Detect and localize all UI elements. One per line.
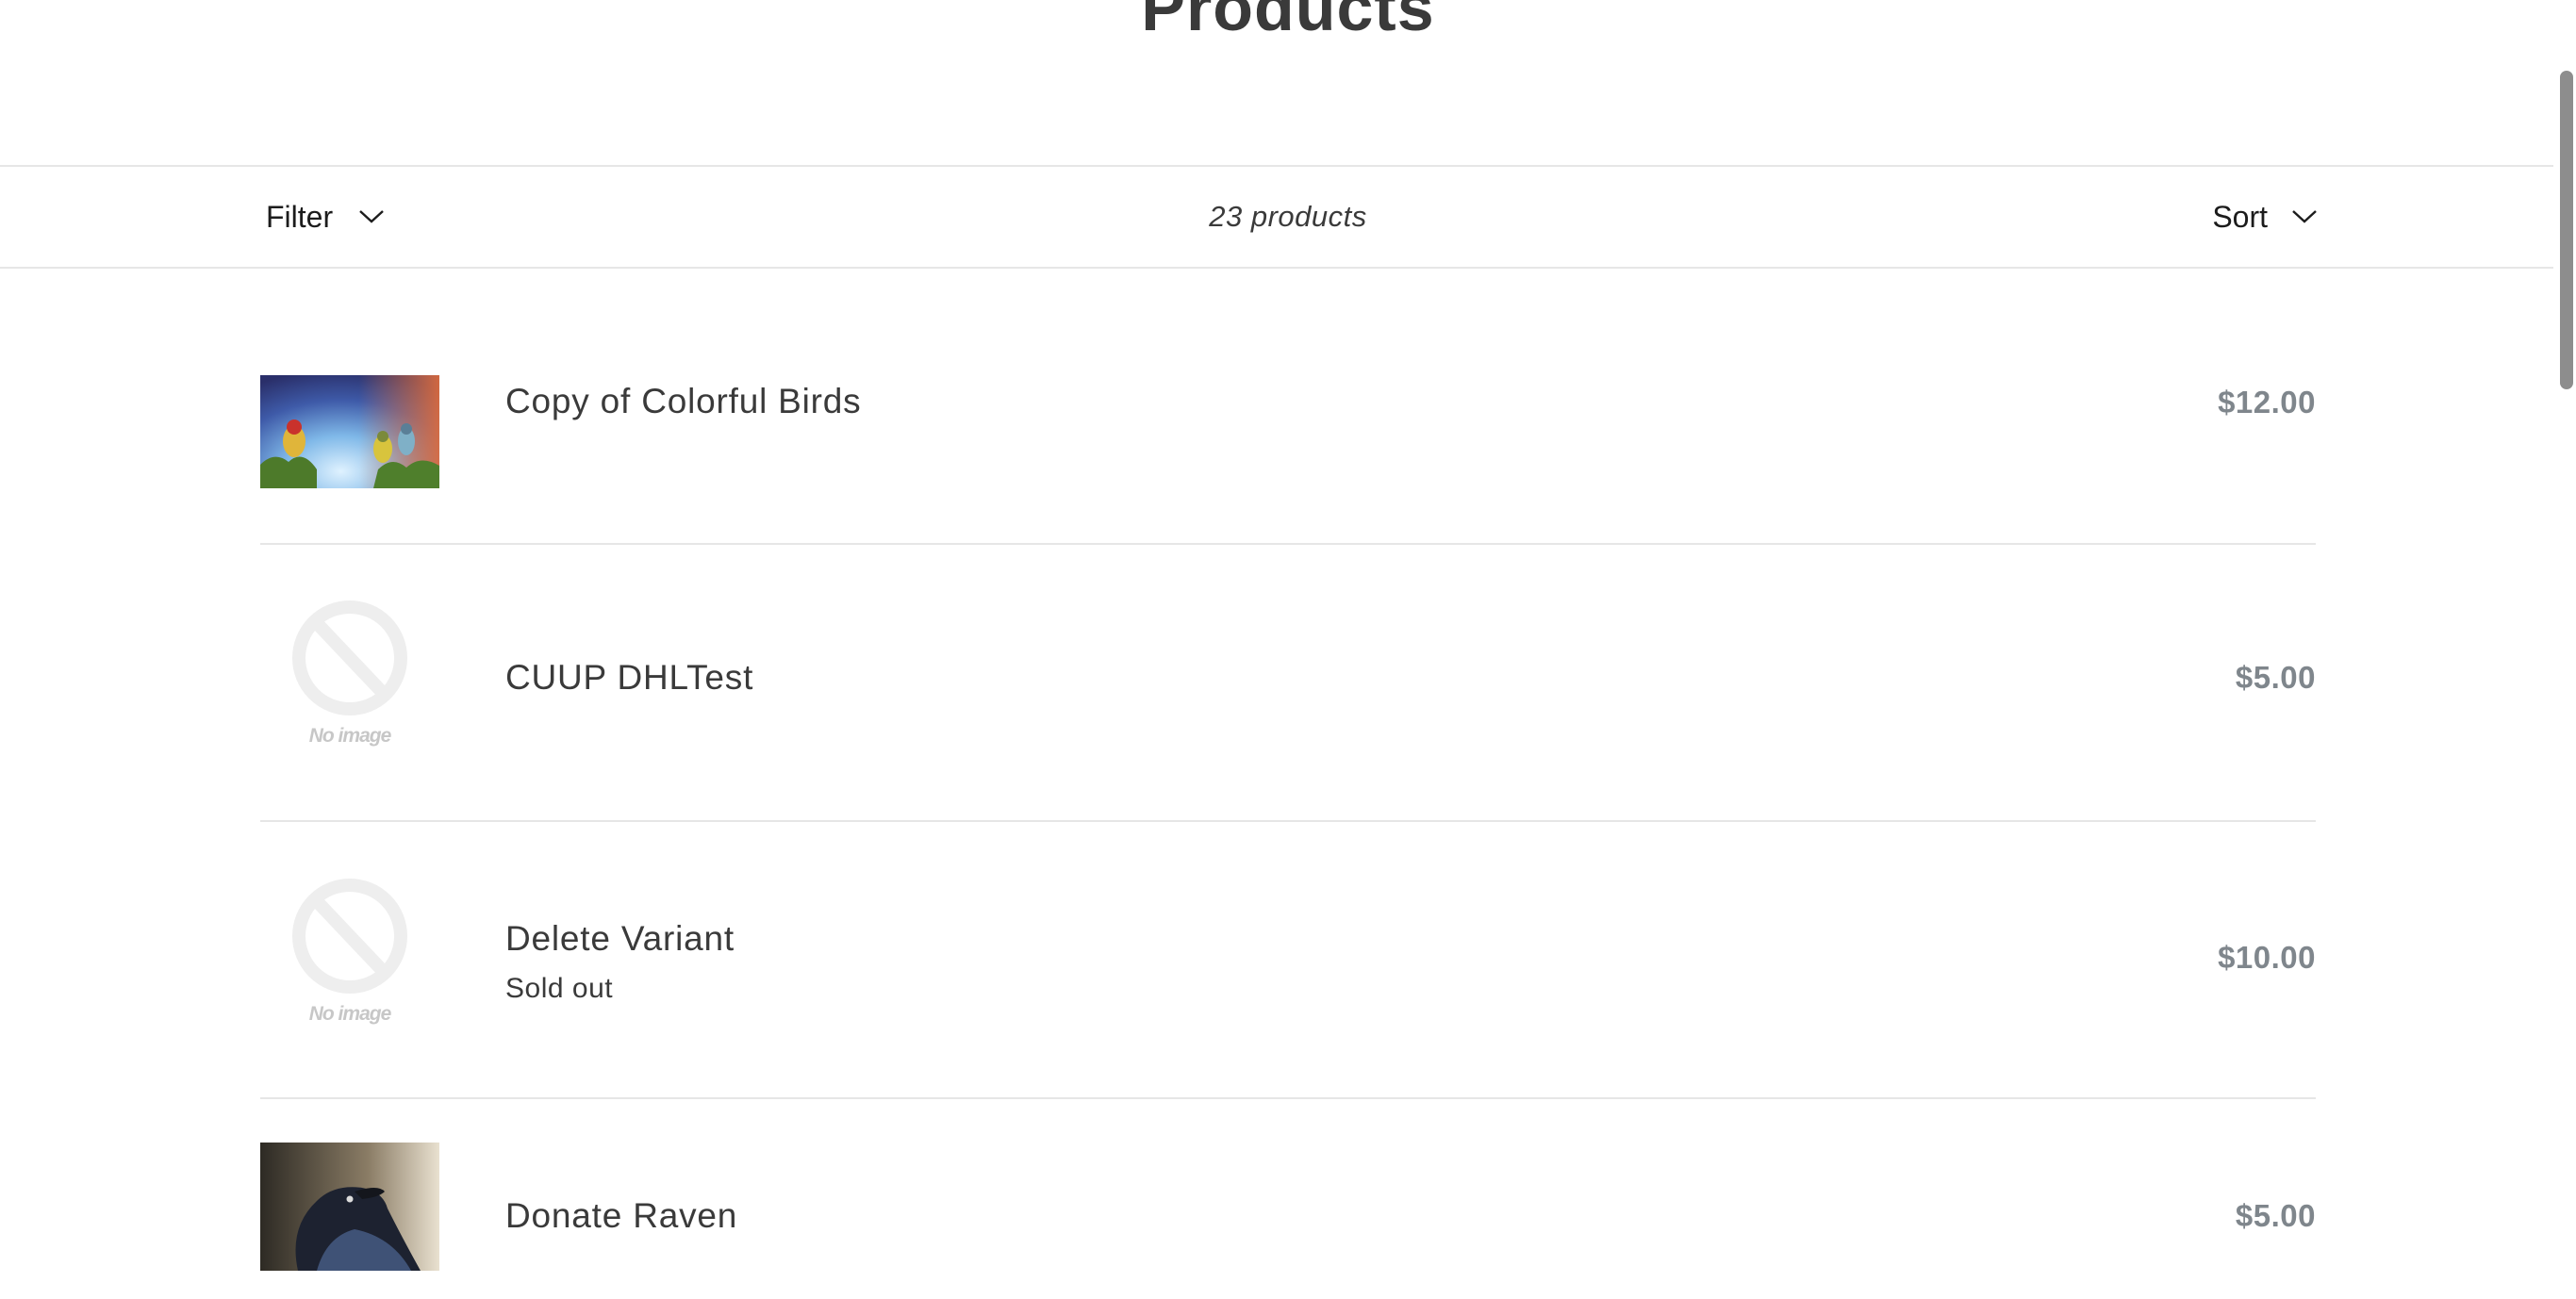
- product-price: $5.00: [2235, 660, 2316, 695]
- raven-photo[interactable]: [260, 1143, 439, 1271]
- sold-out-badge: Sold out: [505, 973, 614, 1004]
- product-row[interactable]: Donate Raven $5.00: [260, 1099, 2316, 1299]
- product-price: $12.00: [2218, 385, 2316, 419]
- sort-label: Sort: [2212, 199, 2268, 234]
- product-row[interactable]: No image CUUP DHLTest $5.00: [260, 545, 2316, 822]
- scrollbar[interactable]: [2553, 0, 2576, 1299]
- product-row[interactable]: No image Delete Variant Sold out $10.00: [260, 822, 2316, 1099]
- product-count: 23 products: [1209, 200, 1367, 233]
- no-image-label: No image: [308, 1003, 392, 1025]
- product-price: $5.00: [2235, 1198, 2316, 1233]
- product-row[interactable]: Copy of Colorful Birds $12.00: [260, 271, 2316, 545]
- chevron-down-icon: [2290, 207, 2319, 226]
- product-name[interactable]: CUUP DHLTest: [505, 658, 753, 698]
- colorful-birds-photo[interactable]: [260, 375, 439, 488]
- no-image-placeholder[interactable]: No image: [289, 597, 411, 776]
- scrollbar-thumb[interactable]: [2560, 71, 2573, 389]
- sort-button[interactable]: Sort: [2212, 167, 2319, 267]
- product-name[interactable]: Copy of Colorful Birds: [505, 382, 861, 421]
- product-name[interactable]: Donate Raven: [505, 1196, 737, 1236]
- page-title: Products: [1141, 0, 1435, 44]
- no-image-label: No image: [308, 725, 392, 747]
- collection-toolbar: Filter 23 products Sort: [0, 165, 2576, 269]
- product-name[interactable]: Delete Variant: [505, 919, 735, 959]
- product-price: $10.00: [2218, 940, 2316, 975]
- no-image-placeholder[interactable]: No image: [289, 875, 411, 1054]
